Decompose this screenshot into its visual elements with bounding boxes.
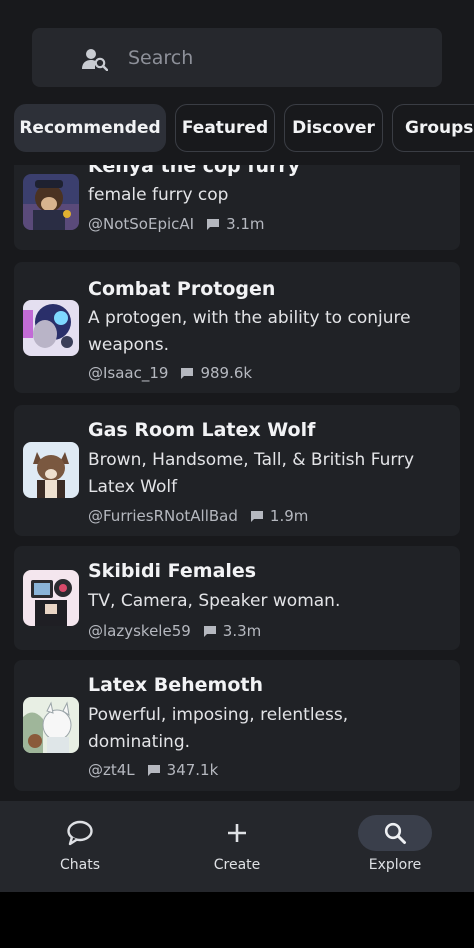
nav-explore-icon-wrap — [358, 815, 432, 851]
character-description: Brown, Handsome, Tall, & British Furry L… — [88, 450, 415, 497]
nav-chats[interactable]: Chats — [20, 801, 140, 892]
person-search-icon — [82, 49, 108, 71]
nav-chats-icon-wrap — [43, 815, 117, 851]
character-description: A protogen, with the ability to conjure … — [88, 308, 411, 355]
character-card[interactable]: Latex Behemoth Powerful, imposing, relen… — [14, 660, 460, 791]
nav-explore-label: Explore — [368, 857, 422, 873]
chat-count: 3.1m — [226, 215, 265, 233]
search-bar[interactable] — [32, 28, 442, 87]
tab-groups[interactable]: Groups — [392, 104, 474, 152]
character-author: @NotSoEpicAI — [88, 215, 195, 233]
chat-count-icon — [147, 765, 160, 776]
character-author: @FurriesRNotAllBad — [88, 507, 238, 525]
search-icon — [384, 822, 406, 844]
character-name: Kenya the cop furry — [88, 165, 301, 177]
chat-count-icon — [203, 626, 216, 637]
bottom-navigation: Chats Create Explore — [0, 801, 474, 892]
character-card[interactable]: Kenya the cop furry female furry cop @No… — [14, 165, 460, 250]
nav-create[interactable]: Create — [177, 801, 297, 892]
character-avatar — [23, 300, 79, 356]
character-meta: @FurriesRNotAllBad 1.9m — [88, 507, 308, 525]
tab-featured[interactable]: Featured — [175, 104, 275, 152]
character-meta: @lazyskele59 3.3m — [88, 622, 261, 640]
character-list: Kenya the cop furry female furry cop @No… — [0, 165, 474, 801]
chat-count: 989.6k — [200, 364, 253, 382]
character-description: female furry cop — [88, 185, 229, 205]
plus-icon — [228, 824, 246, 842]
search-input[interactable] — [128, 28, 428, 87]
character-meta: @zt4L 347.1k — [88, 761, 218, 779]
chat-count: 1.9m — [269, 507, 309, 525]
character-author: @lazyskele59 — [88, 622, 191, 640]
character-name: Gas Room Latex Wolf — [88, 419, 316, 441]
nav-explore[interactable]: Explore — [335, 801, 455, 892]
tab-recommended[interactable]: Recommended — [14, 104, 166, 152]
character-meta: @Isaac_19 989.6k — [88, 364, 252, 382]
app-screen: Recommended Featured Discover Groups Ken… — [0, 0, 474, 892]
character-avatar — [23, 174, 79, 230]
character-name: Skibidi Females — [88, 560, 257, 582]
character-card[interactable]: Skibidi Females TV, Camera, Speaker woma… — [14, 546, 460, 650]
character-author: @zt4L — [88, 761, 135, 779]
character-description: TV, Camera, Speaker woman. — [88, 591, 341, 611]
tab-discover[interactable]: Discover — [284, 104, 383, 152]
chat-bubble-icon — [67, 820, 93, 846]
chat-count-icon — [207, 219, 220, 230]
character-card[interactable]: Combat Protogen A protogen, with the abi… — [14, 262, 460, 393]
character-card[interactable]: Gas Room Latex Wolf Brown, Handsome, Tal… — [14, 405, 460, 536]
character-name: Combat Protogen — [88, 278, 276, 300]
character-description: Powerful, imposing, relentless, dominati… — [88, 705, 349, 752]
nav-create-label: Create — [213, 857, 261, 873]
character-avatar — [23, 697, 79, 753]
character-avatar — [23, 570, 79, 626]
chat-count: 3.3m — [222, 622, 262, 640]
chat-count-icon — [181, 368, 194, 379]
nav-chats-label: Chats — [59, 857, 100, 873]
chat-count: 347.1k — [166, 761, 219, 779]
character-meta: @NotSoEpicAI 3.1m — [88, 215, 265, 233]
nav-create-icon-wrap — [200, 815, 274, 851]
chat-count-icon — [250, 511, 263, 522]
character-avatar — [23, 442, 79, 498]
category-tabs: Recommended Featured Discover Groups — [14, 104, 474, 154]
character-author: @Isaac_19 — [88, 364, 169, 382]
character-name: Latex Behemoth — [88, 674, 264, 696]
